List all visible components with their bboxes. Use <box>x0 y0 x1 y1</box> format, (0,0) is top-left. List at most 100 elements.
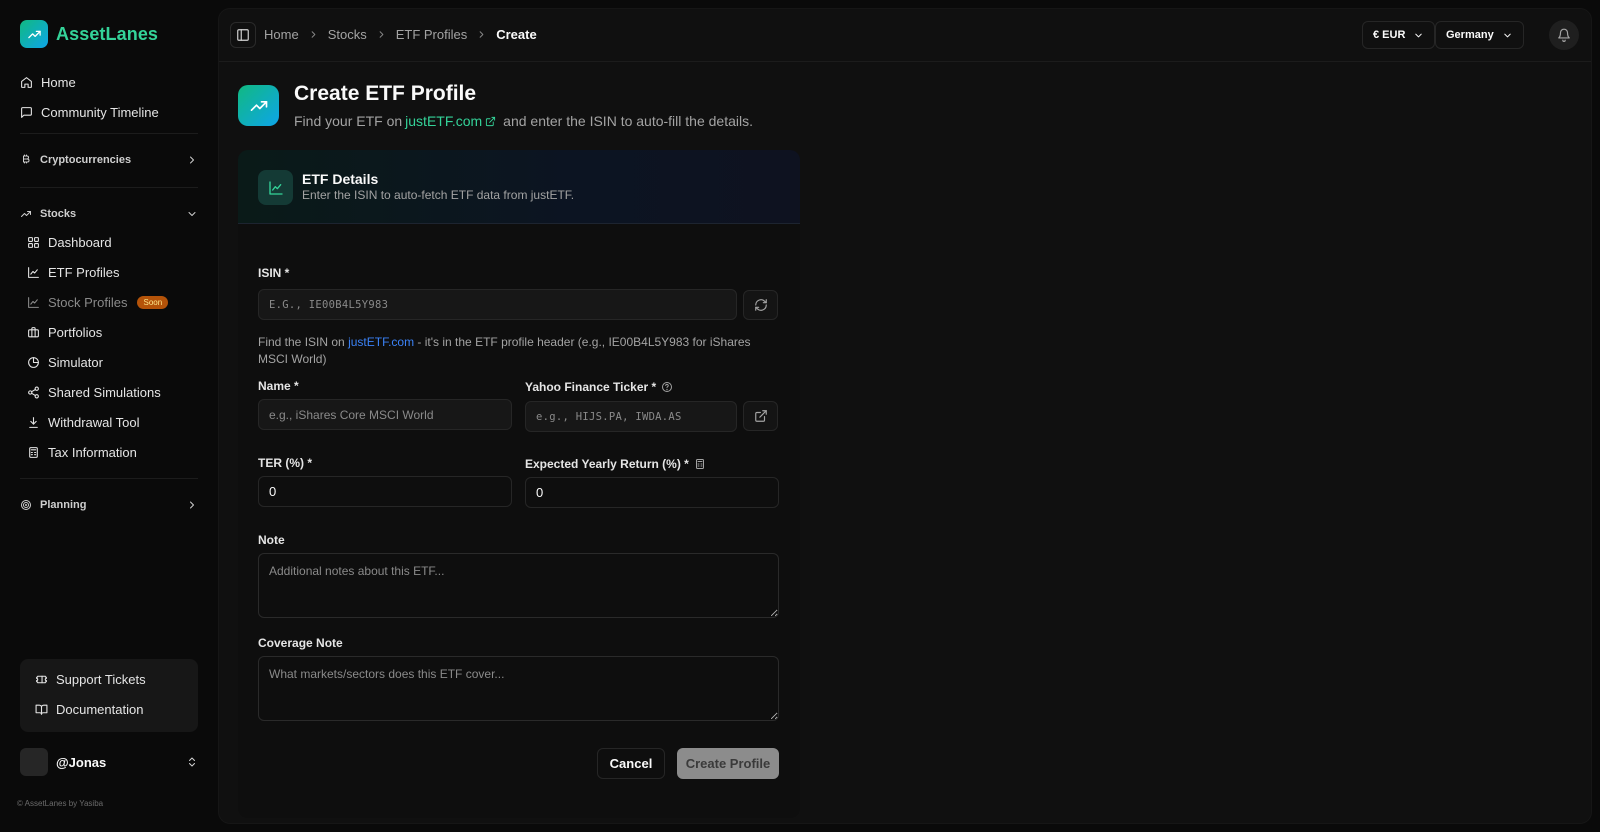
card-title: ETF Details <box>302 171 379 187</box>
share-icon <box>27 386 40 399</box>
nav-withdrawal-tool[interactable]: Withdrawal Tool <box>27 409 197 435</box>
isin-hint-link[interactable]: justETF.com <box>348 335 414 349</box>
breadcrumb-home[interactable]: Home <box>264 27 299 42</box>
nav-tax-information-label: Tax Information <box>48 444 137 460</box>
bitcoin-icon <box>20 154 32 166</box>
subtitle-post: and enter the ISIN to auto-fill the deta… <box>503 113 753 129</box>
user-menu[interactable]: @Jonas <box>20 747 198 777</box>
panel-left-icon <box>237 29 249 41</box>
ticker-input[interactable] <box>525 401 737 432</box>
isin-hint-pre: Find the ISIN on <box>258 335 345 349</box>
return-input[interactable] <box>525 477 779 508</box>
chevron-down-icon <box>1503 33 1511 37</box>
group-planning[interactable]: Planning <box>20 493 198 517</box>
fetch-isin-button[interactable] <box>743 290 778 320</box>
nav-documentation[interactable]: Documentation <box>35 697 143 721</box>
justetf-link[interactable]: justETF.com <box>405 113 482 129</box>
sidebar-toggle-button[interactable] <box>230 22 256 48</box>
brand-name: AssetLanes <box>56 23 159 44</box>
help-circle-icon[interactable] <box>661 381 673 393</box>
name-label: Name * <box>258 379 299 393</box>
trending-up-logo-icon <box>20 20 48 48</box>
card-header: ETF Details Enter the ISIN to auto-fetch… <box>238 150 800 224</box>
chevron-down-icon <box>1415 33 1423 37</box>
return-label: Expected Yearly Return (%) * <box>525 457 706 471</box>
topbar: Home Stocks ETF Profiles Create € EUR Ge… <box>219 9 1591 62</box>
line-chart-icon <box>27 296 40 309</box>
sidebar-divider <box>20 187 198 188</box>
line-chart-icon <box>258 170 293 205</box>
open-yahoo-button[interactable] <box>743 401 778 431</box>
cancel-button[interactable]: Cancel <box>597 748 665 779</box>
group-stocks-label: Stocks <box>40 208 77 220</box>
main-panel: Home Stocks ETF Profiles Create € EUR Ge… <box>218 8 1592 824</box>
chevron-right-icon <box>190 501 194 509</box>
nav-etf-profiles[interactable]: ETF Profiles <box>27 259 197 285</box>
nav-home-label: Home <box>41 74 76 90</box>
bell-icon <box>1558 28 1570 42</box>
support-tickets-label: Support Tickets <box>56 671 146 687</box>
card-description: Enter the ISIN to auto-fetch ETF data fr… <box>302 188 575 202</box>
nav-tax-information[interactable]: Tax Information <box>27 439 197 465</box>
external-link-icon <box>754 410 767 422</box>
nav-stock-profiles-label: Stock Profiles <box>48 294 128 310</box>
line-chart-icon <box>27 266 40 279</box>
name-input[interactable] <box>258 399 512 430</box>
nav-portfolios[interactable]: Portfolios <box>27 319 197 345</box>
nav-etf-profiles-label: ETF Profiles <box>48 264 120 280</box>
isin-input[interactable] <box>258 289 737 320</box>
refresh-icon <box>754 299 767 311</box>
ter-input[interactable] <box>258 476 512 507</box>
breadcrumb-etf-profiles[interactable]: ETF Profiles <box>396 27 468 42</box>
notifications-button[interactable] <box>1549 20 1579 50</box>
chevrons-up-down-icon <box>189 757 195 767</box>
support-box: Support Tickets Documentation <box>20 659 198 732</box>
ticker-label: Yahoo Finance Ticker * <box>525 380 673 394</box>
trending-up-icon <box>20 208 32 220</box>
brand[interactable]: AssetLanes <box>20 20 158 48</box>
group-planning-label: Planning <box>40 499 87 511</box>
nav-community-timeline[interactable]: Community Timeline <box>20 99 198 125</box>
isin-label-text: ISIN * <box>258 266 290 280</box>
currency-value: € EUR <box>1373 29 1406 41</box>
book-open-icon <box>35 703 48 716</box>
note-label: Note <box>258 533 285 547</box>
country-select[interactable]: Germany <box>1435 21 1524 49</box>
nav-community-label: Community Timeline <box>41 104 159 120</box>
chevron-right-icon <box>190 156 194 164</box>
footer-credit: © AssetLanes by Yasiba <box>17 799 104 808</box>
layout-grid-icon <box>27 236 40 249</box>
chevron-down-icon <box>188 212 196 216</box>
nav-support-tickets[interactable]: Support Tickets <box>35 667 146 691</box>
nav-portfolios-label: Portfolios <box>48 324 103 340</box>
breadcrumb-stocks[interactable]: Stocks <box>328 27 367 42</box>
create-profile-button[interactable]: Create Profile <box>677 748 779 779</box>
calculator-icon[interactable] <box>694 458 706 470</box>
group-cryptocurrencies[interactable]: Cryptocurrencies <box>20 148 198 172</box>
note-textarea[interactable] <box>258 553 779 618</box>
nav-stock-profiles[interactable]: Stock Profiles Soon <box>27 289 197 315</box>
nav-shared-simulations[interactable]: Shared Simulations <box>27 379 197 405</box>
ticker-label-text: Yahoo Finance Ticker * <box>525 380 657 394</box>
user-name: @Jonas <box>56 754 107 770</box>
country-value: Germany <box>1446 29 1494 41</box>
group-stocks[interactable]: Stocks <box>20 202 198 226</box>
breadcrumb-current: Create <box>496 27 537 42</box>
coverage-textarea[interactable] <box>258 656 779 721</box>
name-label-text: Name * <box>258 379 299 393</box>
nav-home[interactable]: Home <box>20 69 198 95</box>
currency-select[interactable]: € EUR <box>1362 21 1436 49</box>
nav-dashboard-label: Dashboard <box>48 234 112 250</box>
home-icon <box>20 76 33 89</box>
target-icon <box>20 499 32 511</box>
ticket-icon <box>35 673 48 686</box>
briefcase-icon <box>27 326 40 339</box>
avatar <box>20 748 48 776</box>
note-label-text: Note <box>258 533 285 547</box>
breadcrumb: Home Stocks ETF Profiles Create <box>264 27 537 42</box>
download-icon <box>27 416 40 429</box>
nav-dashboard[interactable]: Dashboard <box>27 229 197 255</box>
group-crypto-label: Cryptocurrencies <box>40 154 132 166</box>
etf-details-card: ETF Details Enter the ISIN to auto-fetch… <box>238 150 800 818</box>
nav-simulator[interactable]: Simulator <box>27 349 197 375</box>
